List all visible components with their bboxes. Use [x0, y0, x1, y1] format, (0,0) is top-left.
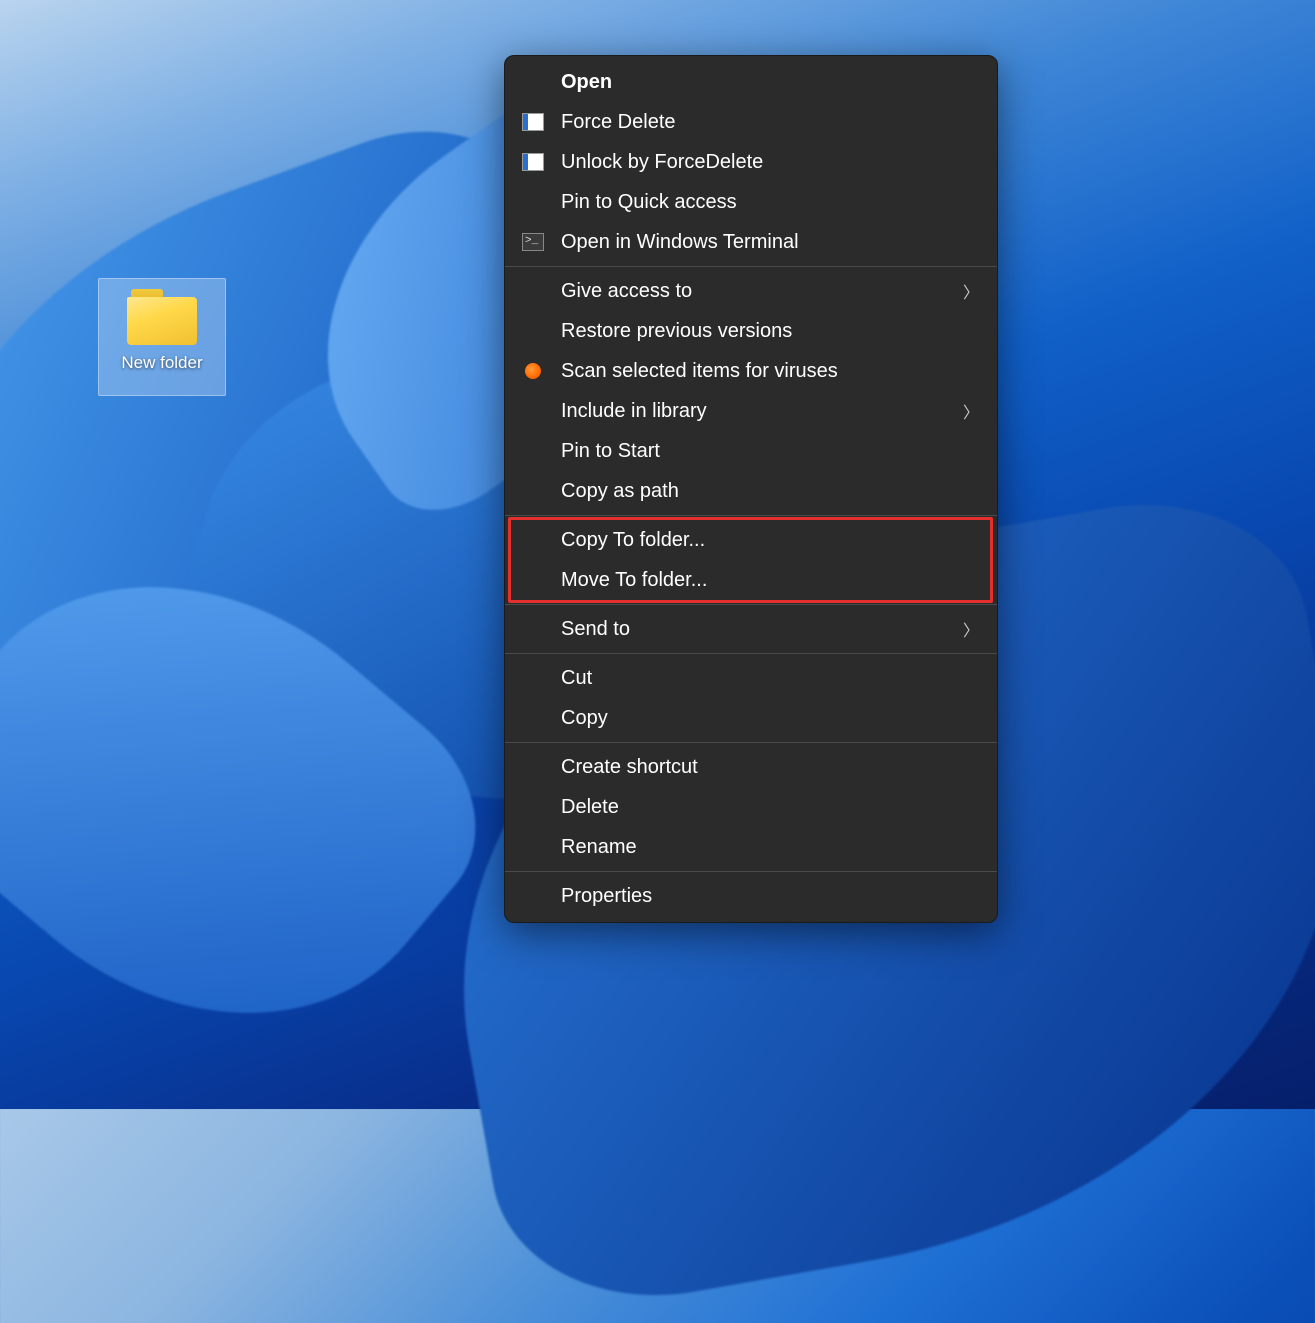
desktop-folder-new-folder[interactable]: New folder [98, 278, 226, 396]
menu-item-rename[interactable]: Rename [505, 827, 997, 867]
menu-item-pin-start[interactable]: Pin to Start [505, 431, 997, 471]
menu-item-label: Create shortcut [561, 756, 979, 779]
menu-item-restore-versions[interactable]: Restore previous versions [505, 311, 997, 351]
app-icon [519, 111, 547, 133]
menu-separator [505, 266, 997, 267]
menu-item-label: Copy as path [561, 480, 979, 503]
menu-item-label: Open in Windows Terminal [561, 231, 979, 254]
menu-separator [505, 742, 997, 743]
menu-item-label: Include in library [561, 400, 963, 423]
menu-item-scan-viruses[interactable]: Scan selected items for viruses [505, 351, 997, 391]
menu-item-label: Properties [561, 885, 979, 908]
menu-item-label: Delete [561, 796, 979, 819]
menu-item-label: Copy [561, 707, 979, 730]
chevron-right-icon: 〉 [963, 399, 979, 423]
terminal-icon: >_ [519, 231, 547, 253]
menu-item-create-shortcut[interactable]: Create shortcut [505, 747, 997, 787]
menu-item-open-terminal[interactable]: >_ Open in Windows Terminal [505, 222, 997, 262]
antivirus-icon [519, 360, 547, 382]
menu-item-open[interactable]: Open [505, 62, 997, 102]
menu-separator [505, 604, 997, 605]
menu-item-label: Give access to [561, 280, 963, 303]
menu-item-label: Unlock by ForceDelete [561, 151, 979, 174]
chevron-right-icon: 〉 [963, 279, 979, 303]
menu-item-unlock-forcedelete[interactable]: Unlock by ForceDelete [505, 142, 997, 182]
menu-item-label: Copy To folder... [561, 529, 979, 552]
context-menu: Open Force Delete Unlock by ForceDelete Pin… [504, 55, 998, 923]
menu-item-label: Rename [561, 836, 979, 859]
menu-item-label: Move To folder... [561, 569, 979, 592]
menu-separator [505, 871, 997, 872]
menu-separator [505, 653, 997, 654]
menu-item-copy-to-folder[interactable]: Copy To folder... [505, 520, 997, 560]
menu-item-force-delete[interactable]: Force Delete [505, 102, 997, 142]
desktop-folder-label: New folder [121, 353, 202, 373]
menu-item-copy-path[interactable]: Copy as path [505, 471, 997, 511]
app-icon [519, 151, 547, 173]
chevron-right-icon: 〉 [963, 617, 979, 641]
menu-item-label: Pin to Quick access [561, 191, 979, 214]
menu-item-copy[interactable]: Copy [505, 698, 997, 738]
menu-item-pin-quick-access[interactable]: Pin to Quick access [505, 182, 997, 222]
folder-icon [127, 289, 197, 345]
menu-item-delete[interactable]: Delete [505, 787, 997, 827]
menu-item-label: Open [561, 71, 979, 94]
menu-item-label: Pin to Start [561, 440, 979, 463]
menu-item-give-access[interactable]: Give access to〉 [505, 271, 997, 311]
menu-item-label: Force Delete [561, 111, 979, 134]
menu-separator [505, 515, 997, 516]
menu-item-include-library[interactable]: Include in library〉 [505, 391, 997, 431]
menu-item-label: Send to [561, 618, 963, 641]
menu-item-label: Scan selected items for viruses [561, 360, 979, 383]
menu-item-move-to-folder[interactable]: Move To folder... [505, 560, 997, 600]
menu-item-send-to[interactable]: Send to〉 [505, 609, 997, 649]
menu-item-label: Restore previous versions [561, 320, 979, 343]
menu-item-cut[interactable]: Cut [505, 658, 997, 698]
menu-item-label: Cut [561, 667, 979, 690]
menu-item-properties[interactable]: Properties [505, 876, 997, 916]
